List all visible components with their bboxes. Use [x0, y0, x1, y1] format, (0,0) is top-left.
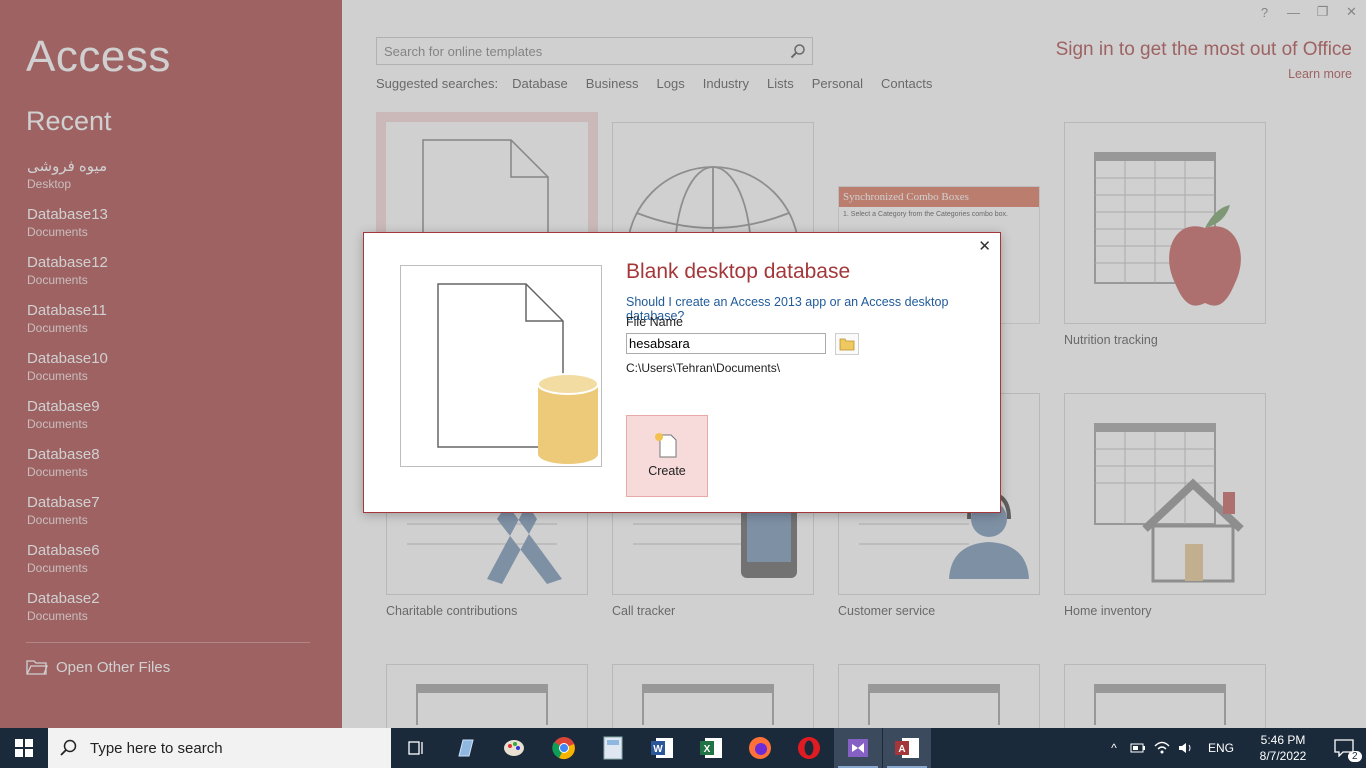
dialog-title: Blank desktop database: [626, 260, 851, 283]
search-icon: [60, 739, 77, 756]
access-icon: A: [895, 738, 919, 758]
folder-icon: [839, 338, 855, 351]
task-view-icon: [408, 741, 423, 755]
file-name-label: File Name: [626, 315, 683, 329]
create-label: Create: [648, 464, 686, 478]
wifi-icon[interactable]: [1150, 741, 1174, 755]
paint-icon: [504, 740, 524, 756]
windows-taskbar: Type here to search W X A ^ ENG 5:46 PM …: [0, 728, 1366, 768]
database-icon: [437, 283, 599, 464]
taskbar-app-visual-studio[interactable]: [834, 728, 882, 768]
notifications-button[interactable]: 2: [1322, 739, 1366, 762]
taskbar-app-chrome[interactable]: [540, 728, 588, 768]
visual-studio-icon: [848, 739, 868, 757]
file-name-input[interactable]: [626, 333, 826, 354]
file-path: C:\Users\Tehran\Documents\: [626, 361, 781, 375]
opera-icon: [798, 737, 820, 759]
clock-date: 8/7/2022: [1259, 749, 1307, 763]
browse-folder-button[interactable]: [835, 333, 859, 355]
taskbar-app-excel[interactable]: X: [687, 728, 735, 768]
chevron-up-icon[interactable]: ^: [1102, 741, 1126, 755]
taskbar-app-calculator[interactable]: [589, 728, 637, 768]
taskbar-app-opera[interactable]: [785, 728, 833, 768]
create-button[interactable]: Create: [626, 415, 708, 497]
access-window: Access Recent میوه فروشی Desktop Database…: [0, 0, 1366, 728]
notepad-icon: [458, 739, 474, 757]
svg-text:X: X: [704, 744, 711, 755]
taskbar-app-access[interactable]: A: [883, 728, 931, 768]
system-tray: ^ ENG 5:46 PM 8/7/2022 2: [1102, 728, 1366, 768]
new-document-icon: [655, 433, 677, 458]
start-button[interactable]: [0, 728, 48, 768]
close-icon[interactable]: ✕: [978, 237, 991, 255]
blank-database-dialog: ✕ Blank desktop database Should I create…: [363, 232, 1001, 513]
taskbar-app-notepad[interactable]: [441, 728, 489, 768]
chrome-icon: [552, 737, 575, 760]
clock[interactable]: 5:46 PM 8/7/2022: [1244, 732, 1322, 764]
battery-icon[interactable]: [1126, 743, 1150, 753]
firefox-icon: [749, 737, 771, 759]
clock-time: 5:46 PM: [1260, 733, 1306, 747]
taskbar-search[interactable]: Type here to search: [48, 728, 391, 768]
volume-icon[interactable]: [1174, 741, 1198, 755]
notification-count: 2: [1348, 751, 1362, 762]
blank-database-preview: [400, 265, 602, 467]
taskbar-app-firefox[interactable]: [736, 728, 784, 768]
task-view-button[interactable]: [392, 728, 440, 768]
word-icon: W: [651, 738, 673, 758]
taskbar-search-placeholder: Type here to search: [90, 739, 223, 757]
taskbar-app-paint[interactable]: [490, 728, 538, 768]
svg-text:W: W: [653, 744, 663, 755]
taskbar-app-word[interactable]: W: [638, 728, 686, 768]
svg-text:A: A: [898, 744, 905, 755]
windows-icon: [15, 739, 33, 757]
calculator-icon: [603, 736, 623, 760]
excel-icon: X: [700, 738, 722, 758]
language-indicator[interactable]: ENG: [1208, 741, 1234, 755]
